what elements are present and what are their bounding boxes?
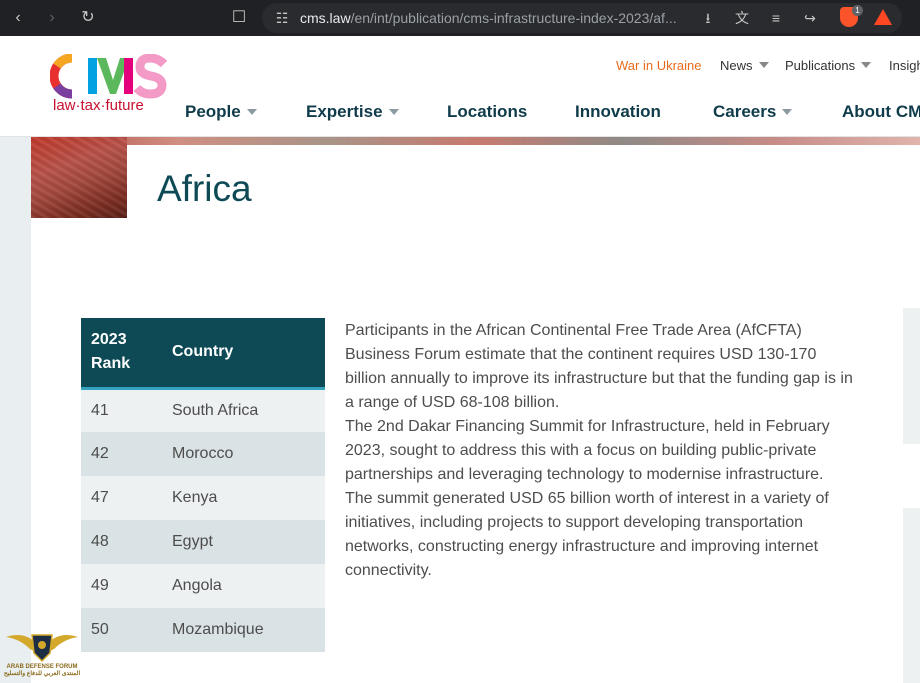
browser-toolbar: ‹ › ↻ ☐ ☷ cms.law/en/int/publication/cms…	[0, 0, 920, 36]
chevron-down-icon	[758, 62, 769, 68]
country-cell: Egypt	[162, 520, 325, 564]
utility-link-label: War in Ukraine	[616, 58, 702, 73]
country-cell: Kenya	[162, 476, 325, 520]
paragraph: The summit generated USD 65 billion wort…	[345, 490, 829, 579]
nav-item-label: People	[185, 102, 241, 121]
article-body: Participants in the African Continental …	[345, 319, 860, 583]
paragraph: The 2nd Dakar Financing Summit for Infra…	[345, 418, 830, 483]
install-app-icon[interactable]: ⭳	[698, 9, 718, 27]
rank-cell: 42	[81, 432, 162, 476]
brave-rewards-icon[interactable]	[874, 9, 892, 25]
utility-link-war-in-ukraine[interactable]: War in Ukraine	[616, 58, 701, 73]
side-panel	[903, 308, 920, 444]
site-settings-icon[interactable]: ☷	[272, 9, 292, 27]
site-header: law·tax·future War in Ukraine News Publi…	[0, 36, 920, 137]
table-row: 49 Angola	[81, 564, 325, 608]
nav-item-careers[interactable]: Careers	[713, 102, 793, 122]
chevron-down-icon	[782, 109, 793, 115]
column-header-country: Country	[162, 318, 325, 390]
rank-cell: 49	[81, 564, 162, 608]
utility-link-news[interactable]: News	[720, 58, 769, 73]
translate-icon[interactable]: 文	[732, 9, 752, 27]
nav-item-about[interactable]: About CM	[842, 102, 920, 122]
back-icon[interactable]: ‹	[6, 6, 30, 30]
country-cell: South Africa	[162, 388, 325, 432]
url-text[interactable]: cms.law/en/int/publication/cms-infrastru…	[300, 10, 690, 26]
reload-icon[interactable]: ↻	[76, 6, 100, 30]
share-icon[interactable]: ↪	[800, 9, 820, 27]
side-panel	[903, 508, 920, 683]
table-row: 41 South Africa	[81, 388, 325, 432]
table-row: 47 Kenya	[81, 476, 325, 520]
chevron-down-icon	[246, 109, 257, 115]
nav-item-label: Locations	[447, 102, 528, 121]
bookmark-icon[interactable]: ☐	[227, 6, 251, 30]
nav-item-people[interactable]: People	[185, 102, 257, 122]
ranking-table: 2023 Rank Country 41 South Africa 42 Mor…	[81, 318, 325, 652]
country-cell: Mozambique	[162, 608, 325, 652]
chevron-down-icon	[388, 109, 399, 115]
utility-link-label: News	[720, 58, 753, 73]
table-header-row: 2023 Rank Country	[81, 318, 325, 390]
table-row: 50 Mozambique	[81, 608, 325, 652]
page-title: Africa	[157, 168, 252, 209]
nav-item-locations[interactable]: Locations	[447, 102, 527, 122]
reader-mode-icon[interactable]: ≡	[766, 9, 786, 27]
nav-item-expertise[interactable]: Expertise	[306, 102, 399, 122]
watermark-text: ARAB DEFENSE FORUM المنتدى العربي للدفاع…	[2, 664, 82, 677]
watermark-line: المنتدى العربي للدفاع والتسليح	[3, 671, 81, 677]
paragraph: Participants in the African Continental …	[345, 322, 853, 411]
column-header-rank: 2023 Rank	[81, 318, 162, 390]
country-cell: Morocco	[162, 432, 325, 476]
utility-link-label: Publications	[785, 58, 856, 73]
address-bar[interactable]: ☷ cms.law/en/int/publication/cms-infrast…	[262, 3, 902, 33]
chevron-down-icon	[861, 62, 872, 68]
url-path: /en/int/publication/cms-infrastructure-i…	[350, 10, 677, 26]
rank-cell: 48	[81, 520, 162, 564]
banner-image	[31, 137, 920, 145]
rank-cell: 47	[81, 476, 162, 520]
nav-item-innovation[interactable]: Innovation	[575, 102, 661, 122]
nav-item-label: About CM	[842, 102, 920, 121]
rank-cell: 50	[81, 608, 162, 652]
shields-count-badge: 1	[852, 5, 863, 16]
logo-tagline: law·tax·future	[53, 97, 144, 114]
page-side-strip	[0, 137, 31, 683]
nav-item-label: Expertise	[306, 102, 383, 121]
hero-image	[31, 137, 127, 218]
utility-link-label: Insigh	[889, 58, 920, 73]
rank-cell: 41	[81, 388, 162, 432]
utility-link-insights[interactable]: Insigh	[889, 58, 920, 73]
utility-link-publications[interactable]: Publications	[785, 58, 872, 73]
table-row: 42 Morocco	[81, 432, 325, 476]
cms-logo[interactable]	[50, 54, 170, 99]
nav-item-label: Careers	[713, 102, 777, 121]
table-row: 48 Egypt	[81, 520, 325, 564]
country-cell: Angola	[162, 564, 325, 608]
forward-icon[interactable]: ›	[40, 6, 64, 30]
nav-item-label: Innovation	[575, 102, 661, 121]
url-domain: cms.law	[300, 10, 351, 26]
